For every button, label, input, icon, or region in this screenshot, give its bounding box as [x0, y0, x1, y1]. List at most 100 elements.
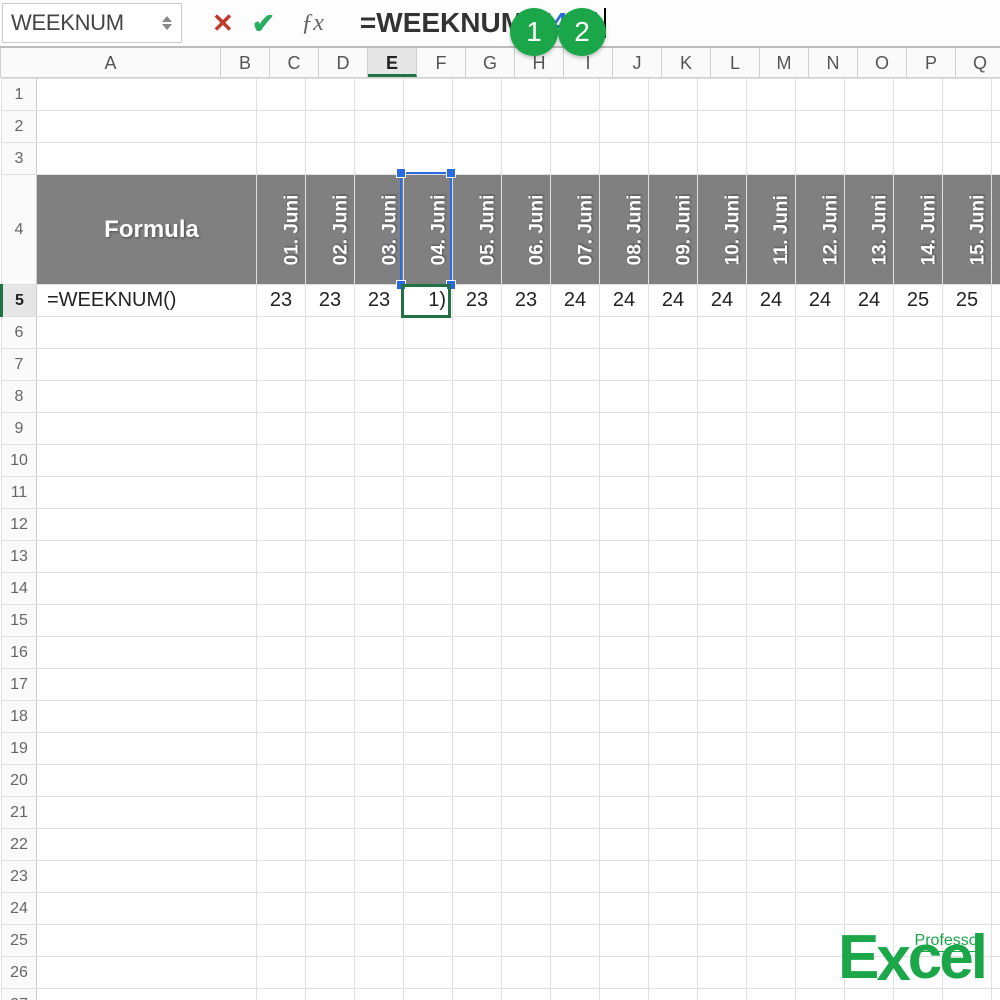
cell-C7[interactable]: [306, 349, 355, 381]
row-header-3[interactable]: 3: [2, 143, 37, 175]
cell-B21[interactable]: [257, 797, 306, 829]
cell-H21[interactable]: [551, 797, 600, 829]
cell-P15[interactable]: [943, 605, 992, 637]
cell-D5[interactable]: 23: [355, 285, 404, 317]
cell-G10[interactable]: [502, 445, 551, 477]
cell-M1[interactable]: [796, 79, 845, 111]
cell-H11[interactable]: [551, 477, 600, 509]
cell-Q7[interactable]: [992, 349, 1000, 381]
cell-F13[interactable]: [453, 541, 502, 573]
cell-E26[interactable]: [404, 957, 453, 989]
cell-D12[interactable]: [355, 509, 404, 541]
cell-P8[interactable]: [943, 381, 992, 413]
cell-C3[interactable]: [306, 143, 355, 175]
cell-K16[interactable]: [698, 637, 747, 669]
cell-L15[interactable]: [747, 605, 796, 637]
cell-A4[interactable]: Formula: [37, 175, 257, 285]
cell-D6[interactable]: [355, 317, 404, 349]
cell-P23[interactable]: [943, 861, 992, 893]
cell-A5[interactable]: =WEEKNUM(): [37, 285, 257, 317]
cell-E4[interactable]: 04. Juni: [404, 175, 453, 285]
cell-K20[interactable]: [698, 765, 747, 797]
cell-E13[interactable]: [404, 541, 453, 573]
cell-Q20[interactable]: [992, 765, 1000, 797]
cell-G7[interactable]: [502, 349, 551, 381]
cell-G4[interactable]: 06. Juni: [502, 175, 551, 285]
cell-N24[interactable]: [845, 893, 894, 925]
cell-Q26[interactable]: [992, 957, 1000, 989]
cell-G15[interactable]: [502, 605, 551, 637]
cell-O11[interactable]: [894, 477, 943, 509]
cell-D20[interactable]: [355, 765, 404, 797]
cell-A15[interactable]: [37, 605, 257, 637]
cell-H5[interactable]: 24: [551, 285, 600, 317]
row-header-27[interactable]: 27: [2, 989, 37, 1000]
cell-G17[interactable]: [502, 669, 551, 701]
cell-E20[interactable]: [404, 765, 453, 797]
cell-I24[interactable]: [600, 893, 649, 925]
cell-K7[interactable]: [698, 349, 747, 381]
cell-Q5[interactable]: 25: [992, 285, 1000, 317]
cell-A22[interactable]: [37, 829, 257, 861]
cell-Q2[interactable]: [992, 111, 1000, 143]
row-header-11[interactable]: 11: [2, 477, 37, 509]
cell-B16[interactable]: [257, 637, 306, 669]
cell-J25[interactable]: [649, 925, 698, 957]
confirm-icon[interactable]: ✔: [252, 7, 275, 40]
cell-I27[interactable]: [600, 989, 649, 1000]
cell-O22[interactable]: [894, 829, 943, 861]
cell-F14[interactable]: [453, 573, 502, 605]
cell-G9[interactable]: [502, 413, 551, 445]
cell-E21[interactable]: [404, 797, 453, 829]
cell-Q1[interactable]: [992, 79, 1000, 111]
cell-L23[interactable]: [747, 861, 796, 893]
cell-C1[interactable]: [306, 79, 355, 111]
cell-A12[interactable]: [37, 509, 257, 541]
cell-M5[interactable]: 24: [796, 285, 845, 317]
cell-C13[interactable]: [306, 541, 355, 573]
cell-P21[interactable]: [943, 797, 992, 829]
cell-E16[interactable]: [404, 637, 453, 669]
cell-L18[interactable]: [747, 701, 796, 733]
cell-C6[interactable]: [306, 317, 355, 349]
cell-E14[interactable]: [404, 573, 453, 605]
cell-A11[interactable]: [37, 477, 257, 509]
cell-F25[interactable]: [453, 925, 502, 957]
cell-M2[interactable]: [796, 111, 845, 143]
column-header-B[interactable]: B: [221, 48, 270, 77]
cell-N12[interactable]: [845, 509, 894, 541]
cell-P24[interactable]: [943, 893, 992, 925]
cell-D13[interactable]: [355, 541, 404, 573]
cell-A10[interactable]: [37, 445, 257, 477]
cell-E7[interactable]: [404, 349, 453, 381]
cell-J20[interactable]: [649, 765, 698, 797]
cell-M6[interactable]: [796, 317, 845, 349]
cell-F22[interactable]: [453, 829, 502, 861]
cell-J8[interactable]: [649, 381, 698, 413]
cell-D15[interactable]: [355, 605, 404, 637]
cell-K4[interactable]: 10. Juni: [698, 175, 747, 285]
cell-N11[interactable]: [845, 477, 894, 509]
cell-A14[interactable]: [37, 573, 257, 605]
cell-H20[interactable]: [551, 765, 600, 797]
cell-B10[interactable]: [257, 445, 306, 477]
cell-P9[interactable]: [943, 413, 992, 445]
cell-E8[interactable]: [404, 381, 453, 413]
cell-M24[interactable]: [796, 893, 845, 925]
cell-H14[interactable]: [551, 573, 600, 605]
cell-F24[interactable]: [453, 893, 502, 925]
cell-P4[interactable]: 15. Juni: [943, 175, 992, 285]
cell-O20[interactable]: [894, 765, 943, 797]
cell-M8[interactable]: [796, 381, 845, 413]
column-header-P[interactable]: P: [907, 48, 956, 77]
cell-G25[interactable]: [502, 925, 551, 957]
cell-O7[interactable]: [894, 349, 943, 381]
cell-O19[interactable]: [894, 733, 943, 765]
cell-G6[interactable]: [502, 317, 551, 349]
cell-G26[interactable]: [502, 957, 551, 989]
cell-O6[interactable]: [894, 317, 943, 349]
cell-I16[interactable]: [600, 637, 649, 669]
cell-B20[interactable]: [257, 765, 306, 797]
cell-F12[interactable]: [453, 509, 502, 541]
cell-L24[interactable]: [747, 893, 796, 925]
